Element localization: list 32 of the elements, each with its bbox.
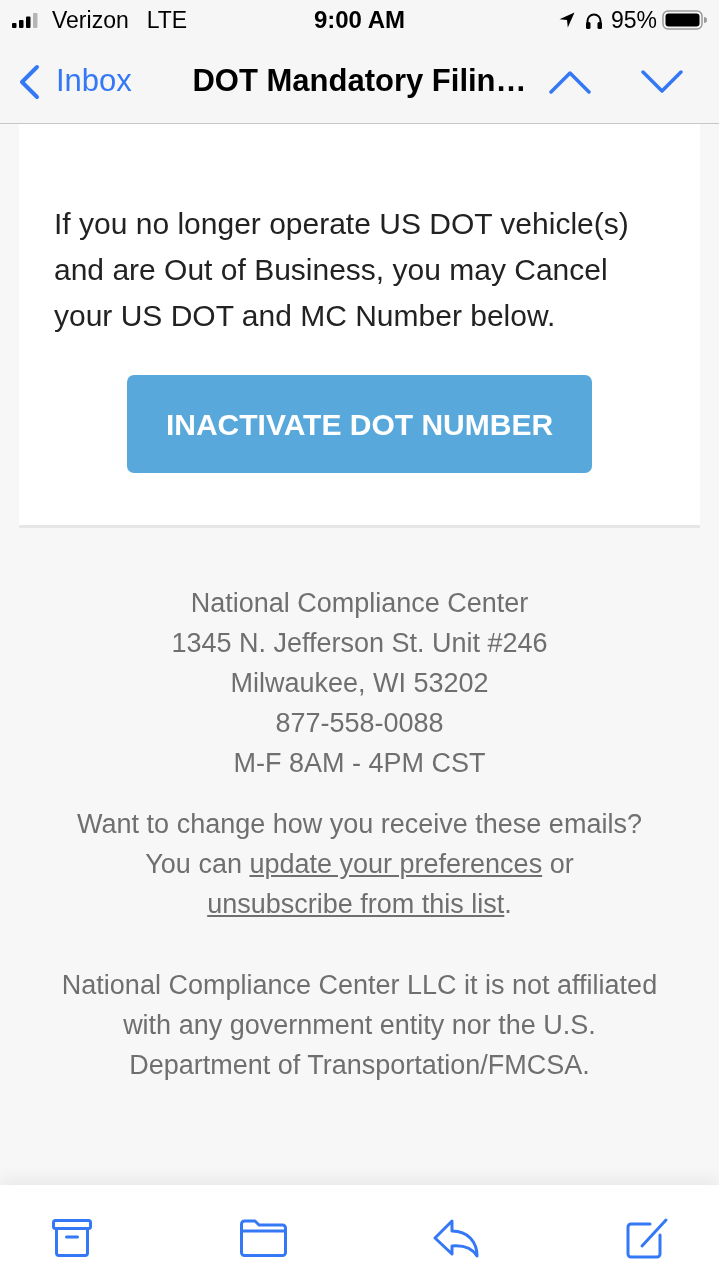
address-line: 1345 N. Jefferson St. Unit #246 [171, 627, 548, 660]
update-preferences-link[interactable]: update your preferences [249, 849, 543, 879]
clock-time: 9:00 AM [313, 5, 406, 35]
next-message-button[interactable] [640, 69, 684, 94]
battery-percentage: 95% [610, 5, 657, 35]
headphones-icon [584, 11, 603, 29]
previous-message-button[interactable] [548, 69, 592, 94]
disclaimer-text: National Compliance Center LLC it is not affiliated with any government entity nor the U.S. Department of Transportation/FMCSA. [60, 969, 659, 1082]
compose-icon [625, 1217, 669, 1259]
message-subject-title: DOT Mandatory Filin… [192, 62, 527, 101]
location-arrow-icon [558, 12, 575, 28]
chevron-up-icon [548, 69, 592, 94]
signal-icon [12, 12, 38, 28]
battery-icon [662, 10, 707, 30]
chevron-left-icon [18, 63, 40, 100]
back-button[interactable]: Inbox [18, 58, 132, 105]
carrier-name: Verizon [52, 5, 129, 35]
reply-arrow-icon [432, 1218, 480, 1258]
email-body-text: If you no longer operate US DOT vehicle(s) and are Out of Business, you may Cancel your US DOT and MC Number below. [54, 206, 630, 334]
folder-icon [239, 1219, 287, 1257]
address-line: National Compliance Center [190, 587, 529, 620]
inactivate-button[interactable]: INACTIVATE DOT NUMBER [127, 375, 592, 473]
archive-button[interactable] [50, 1216, 94, 1260]
address-line: Milwaukee, WI 53202 [230, 667, 489, 700]
unsubscribe-link[interactable]: unsubscribe from this list [207, 889, 505, 919]
preferences-text: Want to change how you receive these emails? You can update your preferences or unsubscribe from this list. [76, 808, 643, 921]
network-type: LTE [146, 5, 188, 35]
chevron-down-icon [640, 69, 684, 94]
address-line: 877-558-0088 [275, 707, 444, 740]
address-line: M-F 8AM - 4PM CST [233, 747, 486, 780]
archive-box-icon [52, 1219, 92, 1257]
compose-button[interactable] [625, 1216, 669, 1260]
